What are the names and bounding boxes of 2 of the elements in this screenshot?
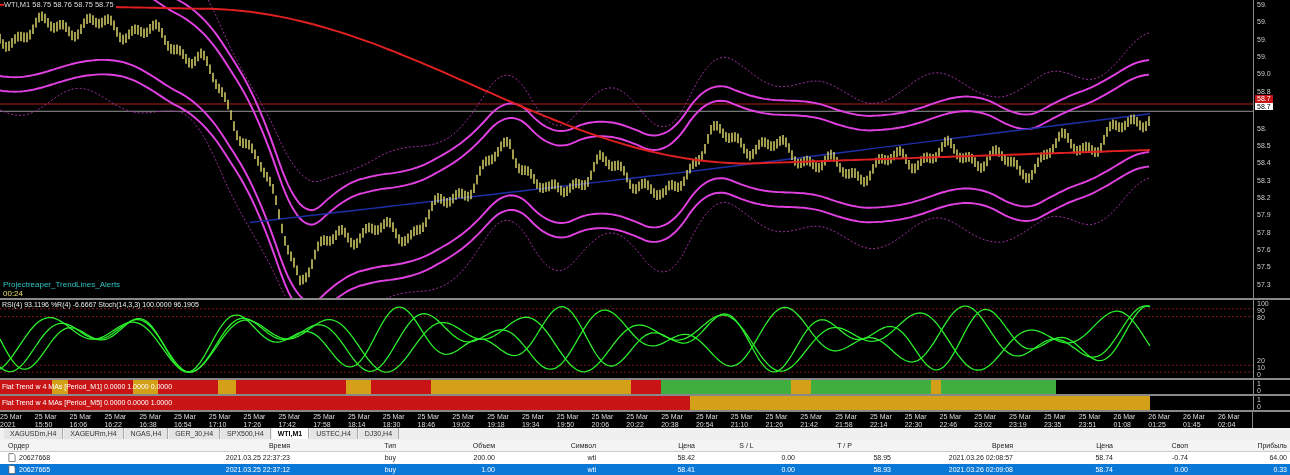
candle-timer: 00:24 — [3, 289, 24, 298]
indicator-name: Projectreaper_TrendLines_Alerts — [3, 280, 121, 289]
